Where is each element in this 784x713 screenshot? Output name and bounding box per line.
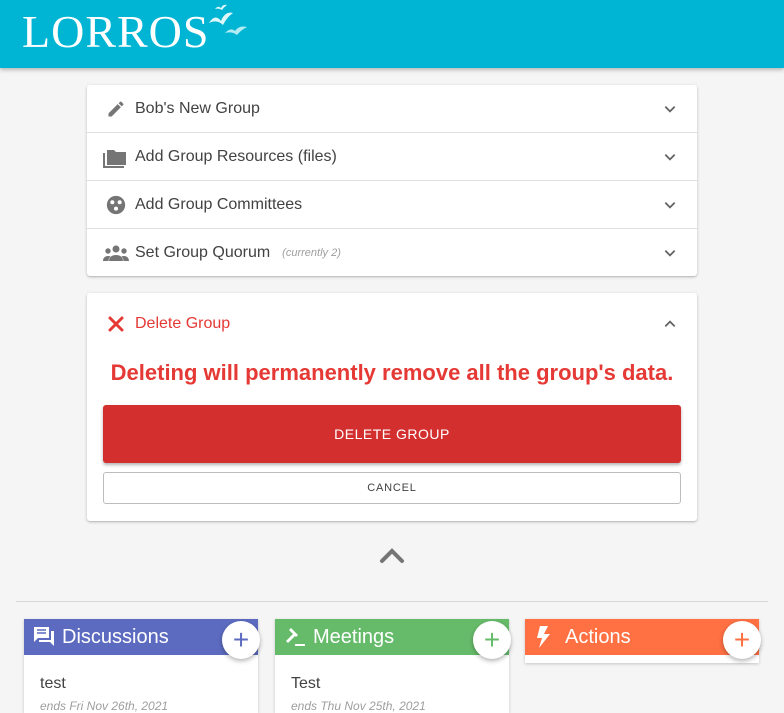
- chevron-down-icon[interactable]: [663, 102, 677, 116]
- people-icon: [103, 244, 129, 262]
- discussions-card: Discussions + test ends Fri Nov 26th, 20…: [24, 619, 260, 713]
- card-body: test ends Fri Nov 26th, 2021: [24, 655, 258, 713]
- meetings-card: Meetings + Test ends Thu Nov 25th, 2021: [275, 619, 511, 713]
- add-meeting-button[interactable]: +: [473, 621, 511, 659]
- close-icon: [103, 315, 129, 333]
- folder-icon: [103, 146, 129, 168]
- card-title: Actions: [565, 625, 631, 648]
- panel-title: Bob's New Group: [135, 99, 260, 117]
- add-action-button[interactable]: +: [723, 621, 761, 659]
- chevron-down-icon[interactable]: [663, 246, 677, 260]
- card-header: Actions +: [525, 619, 761, 659]
- gavel-icon: [283, 625, 307, 649]
- pencil-icon: [103, 99, 129, 119]
- delete-group-panel: Delete Group Deleting will permanently r…: [87, 293, 697, 521]
- flash-icon: [533, 625, 553, 649]
- delete-warning: Deleting will permanently remove all the…: [110, 360, 674, 385]
- card-header: Meetings +: [275, 619, 511, 659]
- panel-group-name[interactable]: Bob's New Group: [87, 85, 697, 133]
- cancel-button[interactable]: CANCEL: [103, 472, 681, 504]
- lorros-logo[interactable]: LORROS: [22, 4, 249, 60]
- group-settings-panels: Bob's New Group Add Group Resources (fil…: [87, 85, 697, 276]
- logo-text: LORROS: [22, 6, 210, 57]
- top-bar: LORROS: [0, 0, 784, 68]
- chevron-down-icon[interactable]: [663, 198, 677, 212]
- add-discussion-button[interactable]: +: [222, 621, 260, 659]
- panel-title: Add Group Committees: [135, 195, 303, 213]
- list-item[interactable]: Test: [291, 675, 493, 693]
- panel-title: Set Group Quorum: [135, 243, 271, 261]
- card-body: Test ends Thu Nov 25th, 2021: [275, 655, 509, 713]
- actions-card: Actions +: [525, 619, 761, 663]
- panel-title: Add Group Resources (files): [135, 147, 337, 165]
- delete-group-button[interactable]: DELETE GROUP: [103, 405, 681, 463]
- section-divider: [16, 601, 768, 602]
- chevron-up-icon[interactable]: [663, 317, 677, 331]
- panel-group-quorum[interactable]: Set Group Quorum (currently 2): [87, 229, 697, 276]
- list-item[interactable]: test: [40, 675, 242, 693]
- panel-group-resources[interactable]: Add Group Resources (files): [87, 133, 697, 181]
- delete-group-header[interactable]: Delete Group: [87, 293, 697, 355]
- collapse-chevron-up-icon[interactable]: [378, 545, 406, 570]
- quorum-note: (currently 2): [282, 246, 341, 259]
- card-title: Meetings: [313, 625, 395, 648]
- chevron-down-icon[interactable]: [663, 150, 677, 164]
- card-title: Discussions: [62, 625, 169, 648]
- birds-icon: [209, 4, 248, 35]
- panel-group-committees[interactable]: Add Group Committees: [87, 181, 697, 229]
- committees-icon: [103, 194, 129, 216]
- panel-title: Delete Group: [135, 315, 231, 332]
- forum-icon: [32, 625, 56, 649]
- card-header: Discussions +: [24, 619, 260, 659]
